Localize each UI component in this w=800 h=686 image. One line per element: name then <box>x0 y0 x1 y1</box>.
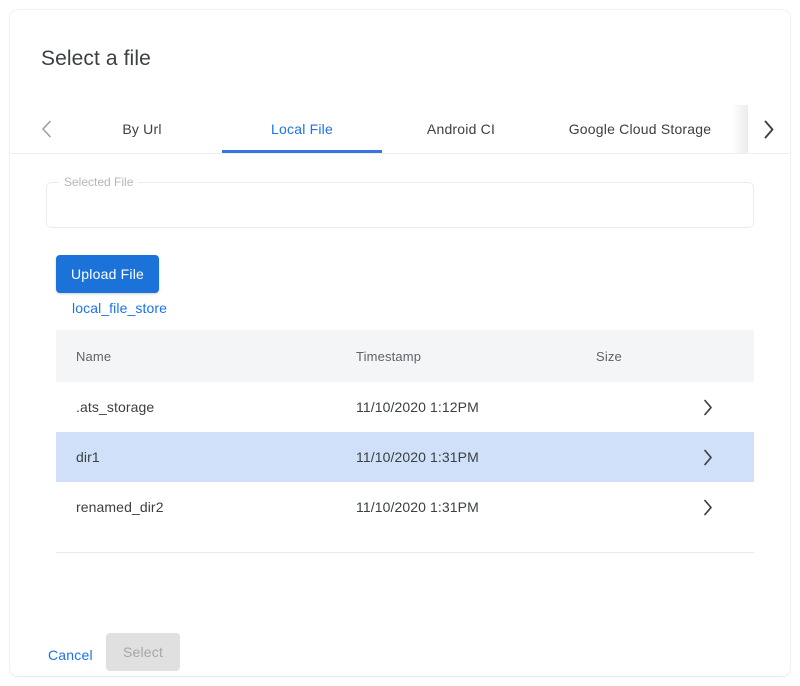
select-file-dialog: Select a file By Url Local File Android … <box>10 10 790 676</box>
row-name: dir1 <box>56 449 356 465</box>
tab-android-ci[interactable]: Android CI <box>382 105 540 153</box>
column-header-name: Name <box>56 349 356 364</box>
table-row[interactable]: .ats_storage 11/10/2020 1:12PM <box>56 382 754 432</box>
dialog-title: Select a file <box>41 47 151 71</box>
row-name: .ats_storage <box>56 399 356 415</box>
chevron-right-icon <box>703 449 713 466</box>
tab-label: Local File <box>271 121 333 137</box>
column-header-size: Size <box>596 349 686 364</box>
tab-google-cloud-storage[interactable]: Google Cloud Storage <box>540 105 740 153</box>
row-name: renamed_dir2 <box>56 499 356 515</box>
chevron-right-icon <box>763 120 775 139</box>
tabs-viewport: By Url Local File Android CI Google Clou… <box>62 105 740 153</box>
selected-file-field[interactable]: Selected File <box>46 182 754 228</box>
row-timestamp: 11/10/2020 1:12PM <box>356 399 596 415</box>
tab-label: By Url <box>122 121 161 137</box>
selected-file-label: Selected File <box>59 174 138 190</box>
chevron-right-icon <box>703 499 713 516</box>
upload-file-button[interactable]: Upload File <box>56 255 159 293</box>
tabs-scroll-left-button[interactable] <box>30 105 62 153</box>
tab-label: Android CI <box>427 121 495 137</box>
row-open-button[interactable] <box>686 499 754 516</box>
row-open-button[interactable] <box>686 449 754 466</box>
row-timestamp: 11/10/2020 1:31PM <box>356 449 596 465</box>
selected-file-input[interactable] <box>59 191 742 217</box>
column-header-timestamp: Timestamp <box>356 349 596 364</box>
chevron-right-icon <box>703 399 713 416</box>
table-row[interactable]: renamed_dir2 11/10/2020 1:31PM <box>56 482 754 532</box>
breadcrumb-local-file-store[interactable]: local_file_store <box>72 300 167 316</box>
chevron-left-icon <box>41 120 52 138</box>
row-timestamp: 11/10/2020 1:31PM <box>356 499 596 515</box>
tabs-list: By Url Local File Android CI Google Clou… <box>62 105 740 153</box>
file-table-header: Name Timestamp Size <box>56 330 754 382</box>
tab-local-file[interactable]: Local File <box>222 105 382 153</box>
tabs-scroll-right-button[interactable] <box>748 105 790 153</box>
table-row[interactable]: dir1 11/10/2020 1:31PM <box>56 432 754 482</box>
row-open-button[interactable] <box>686 399 754 416</box>
file-table: Name Timestamp Size .ats_storage 11/10/2… <box>56 330 754 553</box>
tab-bar: By Url Local File Android CI Google Clou… <box>10 105 790 154</box>
cancel-button[interactable]: Cancel <box>38 639 103 671</box>
tab-by-url[interactable]: By Url <box>62 105 222 153</box>
tab-label: Google Cloud Storage <box>569 121 712 137</box>
select-button[interactable]: Select <box>106 633 180 671</box>
table-bottom-divider <box>56 552 754 553</box>
